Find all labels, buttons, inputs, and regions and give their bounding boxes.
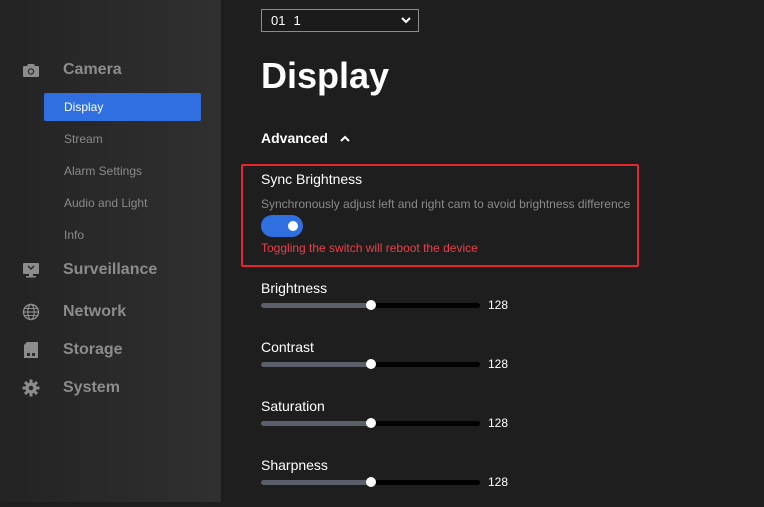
channel-value: 1 [293, 13, 301, 28]
contrast-value: 128 [488, 357, 509, 371]
storage-icon [22, 341, 40, 359]
contrast-slider-row: Contrast 128 [261, 339, 521, 389]
advanced-label: Advanced [261, 130, 328, 146]
toggle-knob [288, 221, 298, 231]
brightness-value: 128 [488, 298, 509, 312]
gear-icon [22, 379, 40, 397]
nav-storage-label: Storage [63, 341, 123, 358]
sidebar-item-label: Info [64, 228, 85, 242]
sidebar-item-stream[interactable]: Stream [44, 125, 201, 153]
contrast-label: Contrast [261, 339, 314, 355]
reboot-warning: Toggling the switch will reboot the devi… [261, 241, 478, 255]
nav-surveillance-label: Surveillance [63, 261, 158, 278]
sidebar-item-label: Alarm Settings [64, 164, 143, 178]
sidebar-item-display[interactable]: Display [44, 93, 201, 121]
sharpness-label: Sharpness [261, 457, 328, 473]
brightness-slider[interactable] [261, 300, 480, 310]
nav-camera-label: Camera [63, 61, 122, 78]
nav-system[interactable]: System [0, 374, 221, 402]
brightness-thumb[interactable] [365, 300, 376, 310]
sync-brightness-description: Synchronously adjust left and right cam … [261, 197, 631, 211]
sharpness-thumb[interactable] [365, 477, 376, 487]
channel-select[interactable]: 01 1 [261, 9, 419, 32]
camera-icon [22, 61, 40, 79]
nav-network[interactable]: Network [0, 298, 221, 326]
brightness-label: Brightness [261, 280, 328, 296]
sidebar-item-alarm-settings[interactable]: Alarm Settings [44, 157, 201, 185]
advanced-toggle[interactable]: Advanced [261, 130, 350, 146]
contrast-slider[interactable] [261, 359, 480, 369]
sharpness-fill [261, 480, 371, 485]
monitor-icon [22, 261, 40, 279]
chevron-up-icon [340, 130, 350, 146]
sidebar-item-audio-and-light[interactable]: Audio and Light [44, 189, 201, 217]
nav-storage[interactable]: Storage [0, 336, 221, 364]
main-content: 01 1 Display Advanced Sync Brightness Sy… [221, 0, 764, 502]
nav-camera[interactable]: Camera [0, 56, 221, 84]
sharpness-slider[interactable] [261, 477, 480, 487]
saturation-thumb[interactable] [365, 418, 376, 428]
brightness-slider-row: Brightness 128 [261, 280, 521, 330]
nav-network-label: Network [63, 303, 127, 320]
nav-system-label: System [63, 379, 120, 396]
sidebar-item-label: Audio and Light [64, 196, 148, 210]
sidebar-item-label: Display [64, 100, 104, 114]
sidebar-item-label: Stream [64, 132, 103, 146]
sidebar: Camera Display Stream Alarm Settings Aud… [0, 0, 221, 502]
sidebar-item-info[interactable]: Info [44, 221, 201, 249]
saturation-fill [261, 421, 371, 426]
sharpness-value: 128 [488, 475, 509, 489]
brightness-fill [261, 303, 371, 308]
saturation-slider-row: Saturation 128 [261, 398, 521, 448]
contrast-fill [261, 362, 371, 367]
saturation-slider[interactable] [261, 418, 480, 428]
nav-surveillance[interactable]: Surveillance [0, 256, 221, 284]
sync-brightness-toggle[interactable] [261, 215, 303, 237]
saturation-label: Saturation [261, 398, 325, 414]
sharpness-slider-row: Sharpness 128 [261, 457, 521, 507]
saturation-value: 128 [488, 416, 509, 430]
channel-number: 01 [271, 13, 286, 28]
page-title: Display [261, 55, 390, 96]
chevron-down-icon [400, 14, 412, 29]
contrast-thumb[interactable] [365, 359, 376, 369]
sync-brightness-title: Sync Brightness [261, 171, 363, 187]
globe-icon [22, 303, 40, 321]
